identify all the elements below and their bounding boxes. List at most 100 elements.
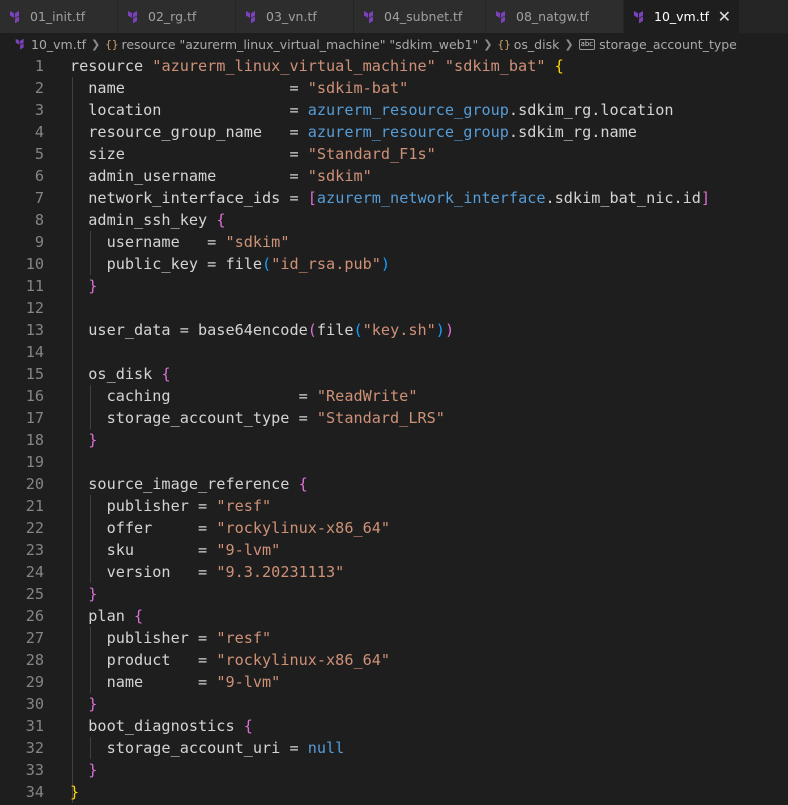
code-token: product = xyxy=(70,651,217,669)
code-line[interactable]: 11 } xyxy=(0,275,788,297)
code-line[interactable]: 25 } xyxy=(0,583,788,605)
code-token: admin_username = xyxy=(70,167,308,185)
code-editor[interactable]: 1 resource "azurerm_linux_virtual_machine… xyxy=(0,55,788,805)
breadcrumb-attribute[interactable]: abc storage_account_type xyxy=(578,37,737,52)
code-token: "ReadWrite" xyxy=(316,387,418,405)
code-text: resource "azurerm_linux_virtual_machine"… xyxy=(44,55,564,77)
breadcrumb-block[interactable]: {} os_disk xyxy=(498,37,560,52)
code-text: } xyxy=(44,275,97,297)
chevron-right-icon: ❯ xyxy=(91,37,101,51)
code-token: storage_account_uri = xyxy=(70,739,308,757)
code-line[interactable]: 18 } xyxy=(0,429,788,451)
code-line[interactable]: 13 user_data = base64encode(file("key.sh… xyxy=(0,319,788,341)
terraform-file-icon xyxy=(496,10,505,23)
code-text: size = "Standard_F1s" xyxy=(44,143,436,165)
code-token: ) xyxy=(435,321,445,339)
code-line[interactable]: 27 publisher = "resf" xyxy=(0,627,788,649)
code-token: { xyxy=(161,365,171,383)
line-number: 19 xyxy=(25,453,44,471)
code-text: network_interface_ids = [azurerm_network… xyxy=(44,187,710,209)
terraform-file-icon xyxy=(364,10,373,23)
code-line[interactable]: 24 version = "9.3.20231113" xyxy=(0,561,788,583)
code-line[interactable]: 6 admin_username = "sdkim" xyxy=(0,165,788,187)
tab-04-subnet-tf[interactable]: 04_subnet.tf xyxy=(354,0,486,33)
code-text: } xyxy=(44,583,97,605)
code-text: offer = "rockylinux-x86_64" xyxy=(44,517,390,539)
code-token: [ xyxy=(307,189,317,207)
code-line[interactable]: 1 resource "azurerm_linux_virtual_machine… xyxy=(0,55,788,77)
line-number: 13 xyxy=(25,321,44,339)
code-line[interactable]: 22 offer = "rockylinux-x86_64" xyxy=(0,517,788,539)
code-text: resource_group_name = azurerm_resource_g… xyxy=(44,121,637,143)
code-line[interactable]: 8 admin_ssh_key { xyxy=(0,209,788,231)
code-line[interactable]: 14 xyxy=(0,341,788,363)
code-line[interactable]: 3 location = azurerm_resource_group.sdki… xyxy=(0,99,788,121)
close-icon[interactable]: ✕ xyxy=(718,8,731,25)
line-number: 9 xyxy=(34,233,44,251)
code-token: "9-lvm" xyxy=(216,541,281,559)
code-line[interactable]: 20 source_image_reference { xyxy=(0,473,788,495)
code-line[interactable]: 29 name = "9-lvm" xyxy=(0,671,788,693)
code-line[interactable]: 17 storage_account_type = "Standard_LRS" xyxy=(0,407,788,429)
code-line[interactable]: 10 public_key = file("id_rsa.pub") xyxy=(0,253,788,275)
breadcrumb-file[interactable]: 10_vm.tf xyxy=(14,37,86,52)
code-line[interactable]: 28 product = "rockylinux-x86_64" xyxy=(0,649,788,671)
tab-label: 04_subnet.tf xyxy=(384,9,463,24)
code-line[interactable]: 26 plan { xyxy=(0,605,788,627)
code-line[interactable]: 31 boot_diagnostics { xyxy=(0,715,788,737)
line-number: 17 xyxy=(25,409,44,427)
code-line[interactable]: 15 os_disk { xyxy=(0,363,788,385)
terraform-file-icon xyxy=(128,10,137,23)
code-line[interactable]: 7 network_interface_ids = [azurerm_netwo… xyxy=(0,187,788,209)
breadcrumb-resource[interactable]: {} resource "azurerm_linux_virtual_machi… xyxy=(105,37,478,52)
code-line[interactable]: 30 } xyxy=(0,693,788,715)
tab-03-vn-tf[interactable]: 03_vn.tf xyxy=(236,0,354,33)
code-line[interactable]: 12 xyxy=(0,297,788,319)
code-line[interactable]: 33 } xyxy=(0,759,788,781)
tab-08-natgw-tf[interactable]: 08_natgw.tf xyxy=(486,0,624,33)
code-line[interactable]: 34} xyxy=(0,781,788,803)
chevron-right-icon: ❯ xyxy=(564,37,574,51)
code-token: "id_rsa.pub" xyxy=(271,255,381,273)
code-token: "sdkim" xyxy=(225,233,290,251)
code-token: "sdkim" xyxy=(307,167,372,185)
tab-02-rg-tf[interactable]: 02_rg.tf xyxy=(118,0,236,33)
code-line[interactable]: 4 resource_group_name = azurerm_resource… xyxy=(0,121,788,143)
line-number: 7 xyxy=(34,189,44,207)
code-token: { xyxy=(134,607,144,625)
code-line[interactable]: 5 size = "Standard_F1s" xyxy=(0,143,788,165)
line-number: 18 xyxy=(25,431,44,449)
line-number: 33 xyxy=(25,761,44,779)
tab-label: 02_rg.tf xyxy=(148,9,197,24)
code-text: username = "sdkim" xyxy=(44,231,290,253)
code-line[interactable]: 16 caching = "ReadWrite" xyxy=(0,385,788,407)
code-token: "sdkim_bat" xyxy=(444,57,546,75)
code-text: storage_account_uri = null xyxy=(44,737,345,759)
code-text: storage_account_type = "Standard_LRS" xyxy=(44,407,445,429)
tab-01-init-tf[interactable]: 01_init.tf xyxy=(0,0,118,33)
code-line[interactable]: 2 name = "sdkim-bat" xyxy=(0,77,788,99)
tab-10-vm-tf[interactable]: 10_vm.tf ✕ xyxy=(624,0,740,33)
code-token: { xyxy=(554,57,564,75)
code-token: resource_group_name = xyxy=(70,123,308,141)
code-token: } xyxy=(88,761,98,779)
line-number: 12 xyxy=(25,299,44,317)
line-number: 21 xyxy=(25,497,44,515)
breadcrumb-resource-label: resource "azurerm_linux_virtual_machine"… xyxy=(121,36,479,52)
code-line[interactable]: 19 xyxy=(0,451,788,473)
code-token: "resf" xyxy=(216,497,272,515)
code-token: } xyxy=(88,695,98,713)
code-line[interactable]: 23 sku = "9-lvm" xyxy=(0,539,788,561)
code-token: "Standard_F1s" xyxy=(307,145,436,163)
code-line[interactable]: 9 username = "sdkim" xyxy=(0,231,788,253)
code-token: storage_account_type = xyxy=(70,409,317,427)
code-line[interactable]: 32 storage_account_uri = null xyxy=(0,737,788,759)
code-line[interactable]: 21 publisher = "resf" xyxy=(0,495,788,517)
code-token: sku = xyxy=(70,541,217,559)
code-token: .sdkim_rg.name xyxy=(508,123,637,141)
line-number: 2 xyxy=(34,79,44,97)
